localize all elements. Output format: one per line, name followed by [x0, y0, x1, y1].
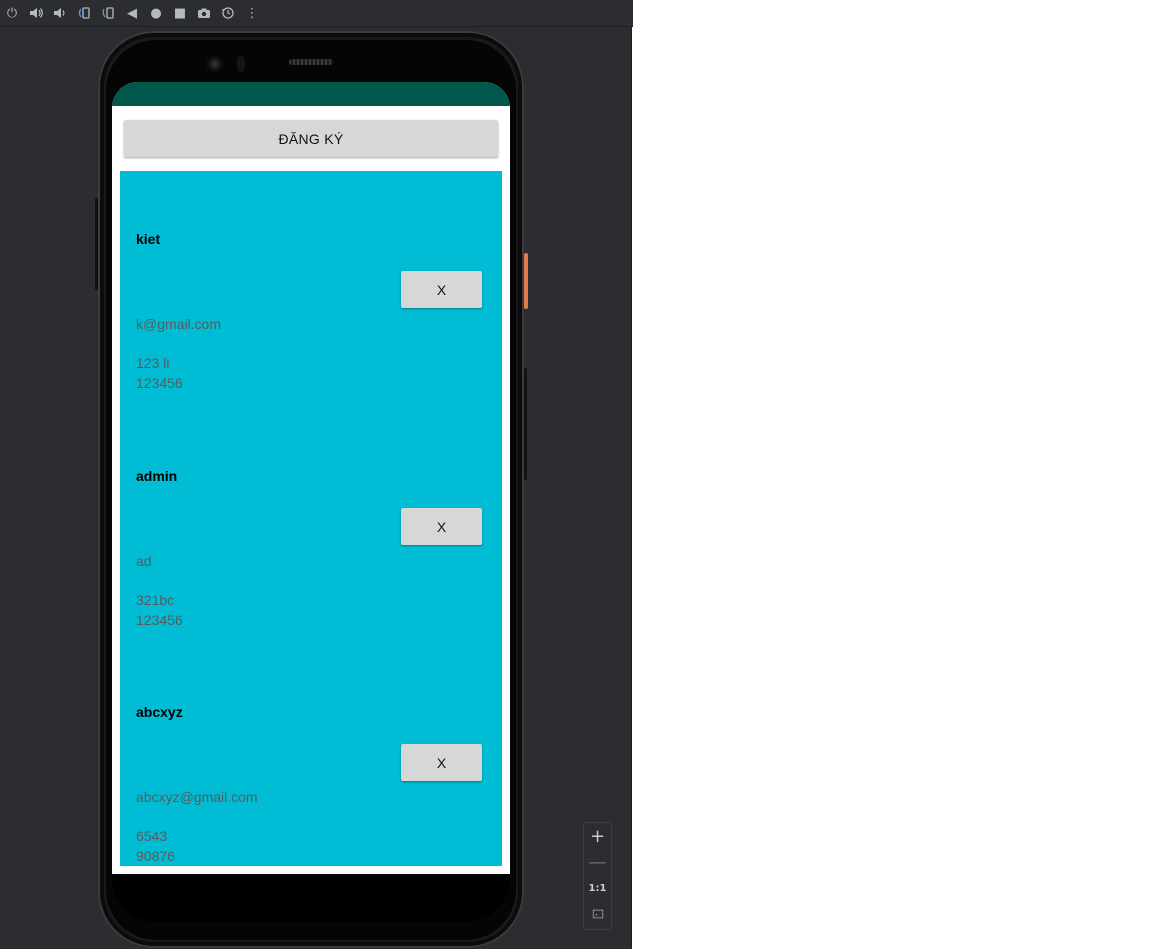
user-phone: 123456	[136, 612, 183, 628]
user-name: admin	[136, 468, 178, 484]
zoom-fit-button[interactable]	[584, 901, 611, 927]
user-address: 321bc	[136, 592, 175, 608]
zoom-in-button[interactable]: +	[584, 823, 611, 849]
overview-icon[interactable]: ■	[170, 3, 190, 23]
volume-side-button[interactable]	[524, 368, 527, 480]
rotate-right-icon[interactable]	[98, 3, 118, 23]
snapshot-icon[interactable]	[218, 3, 238, 23]
more-icon[interactable]: ⋮	[242, 3, 262, 23]
volume-down-icon[interactable]	[50, 3, 70, 23]
user-name: kiet	[136, 231, 161, 247]
status-bar	[112, 82, 510, 106]
camera-icon[interactable]	[194, 3, 214, 23]
user-email: abcxyz@gmail.com	[136, 789, 258, 805]
front-camera-icon	[206, 55, 224, 73]
user-phone: 123456	[136, 375, 183, 391]
power-side-button[interactable]	[524, 253, 528, 309]
user-name: abcxyz	[136, 704, 183, 720]
home-icon[interactable]: ●	[146, 3, 166, 23]
list-item: admin X ad 321bc 123456	[120, 408, 502, 645]
list-item: abcxyz X abcxyz@gmail.com 6543 90876	[120, 644, 502, 866]
user-email: ad	[136, 553, 152, 569]
back-icon[interactable]: ◀	[122, 3, 142, 23]
earpiece-speaker-icon	[289, 59, 333, 65]
power-icon[interactable]: ⏻	[2, 3, 22, 23]
zoom-actual-size-button[interactable]: 1:1	[584, 875, 611, 901]
fit-screen-icon	[592, 909, 603, 919]
device-screen: ĐĂNG KÝ kiet X k@gmail.com 123 li 123456…	[112, 82, 510, 874]
user-address: 123 li	[136, 355, 170, 371]
volume-up-icon[interactable]	[26, 3, 46, 23]
zoom-out-button[interactable]: —	[584, 849, 611, 875]
sensor-icon	[237, 56, 245, 72]
delete-button[interactable]: X	[401, 271, 482, 308]
user-email: k@gmail.com	[136, 316, 222, 332]
delete-button[interactable]: X	[401, 508, 482, 545]
user-address: 6543	[136, 828, 168, 844]
user-list[interactable]: kiet X k@gmail.com 123 li 123456 admin X…	[120, 171, 502, 866]
delete-button[interactable]: X	[401, 744, 482, 781]
device-chin	[112, 874, 510, 922]
list-item: kiet X k@gmail.com 123 li 123456	[120, 171, 502, 408]
emulator-toolbar: ⏻ ◀ ● ■ ⋮	[0, 0, 633, 27]
rotate-left-icon[interactable]	[74, 3, 94, 23]
user-phone: 90876	[136, 848, 175, 864]
zoom-controls: + — 1:1	[583, 822, 612, 930]
register-button[interactable]: ĐĂNG KÝ	[124, 120, 498, 157]
